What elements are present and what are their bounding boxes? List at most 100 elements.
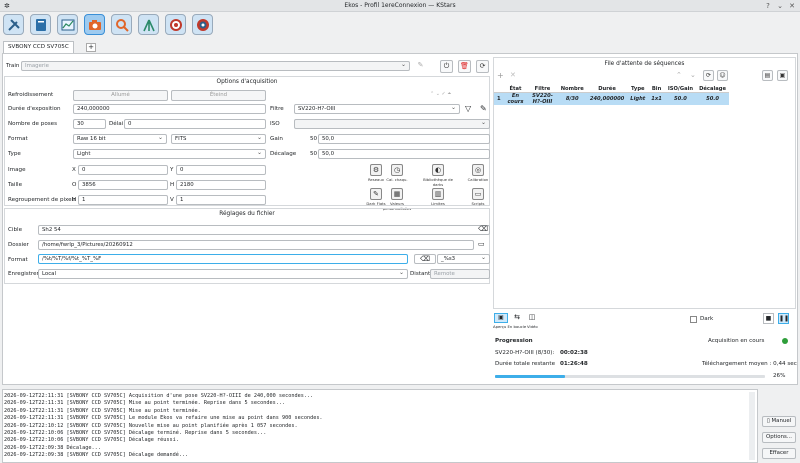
size-label: Taille	[8, 182, 23, 188]
clear-log-button[interactable]: Effacer	[762, 448, 796, 459]
exposure-label: Durée d'exposition	[8, 106, 61, 112]
delay-label: Délai	[109, 121, 124, 127]
move-up-icon[interactable]: ⌃	[676, 71, 682, 79]
y-label: Y	[170, 167, 174, 173]
width-label: O	[72, 182, 77, 188]
offset-input[interactable]: 50,0	[318, 149, 490, 159]
file-format-label: Format	[8, 257, 28, 263]
format-label: Format	[8, 136, 28, 142]
add-tab-button[interactable]: +	[86, 43, 96, 52]
iso-select[interactable]	[294, 119, 490, 129]
suffix-select[interactable]: _%s3	[437, 254, 490, 264]
folder-icon[interactable]: ▭	[478, 240, 485, 248]
move-down-icon[interactable]: ⌄	[690, 71, 696, 79]
dark-checkbox[interactable]	[690, 316, 697, 323]
filter-edit-icon[interactable]: ✎	[480, 104, 487, 113]
save-queue-icon[interactable]: ▣	[777, 70, 788, 81]
filter-select[interactable]: SV220-H?-OIII	[294, 104, 460, 114]
encoding-select[interactable]: FITS	[171, 134, 266, 144]
manual-button[interactable]: ▯ Manuel	[762, 416, 796, 427]
tab-camera[interactable]: SVBONY CCD SV705C	[3, 41, 74, 53]
exposure-input[interactable]: 240,000000	[73, 104, 266, 114]
focus-module-icon[interactable]	[111, 14, 132, 35]
table-row[interactable]: 1 En cours SV220-H?-OIII 8/30 240,000000…	[494, 92, 729, 105]
offset-label: Décalage	[270, 151, 297, 157]
tool-limits[interactable]: ▥ Limites	[420, 188, 456, 206]
count-input[interactable]: 30	[73, 119, 106, 129]
loop-icon[interactable]: ⇆	[510, 313, 524, 323]
file-format-input[interactable]: /%t/%T/%f/%t_%T_%F	[38, 254, 408, 264]
align-module-icon[interactable]	[165, 14, 186, 35]
file-settings-title: Réglages du fichier	[219, 211, 275, 217]
delay-input[interactable]: 0	[124, 119, 266, 129]
trash-icon[interactable]: 🗑	[458, 60, 471, 73]
log-scrollbar[interactable]	[749, 392, 755, 460]
add-job-icon[interactable]: +	[497, 71, 504, 80]
log-line: 2026-09-12T22:11:31 [SVBONY CCD SV705C] …	[4, 400, 286, 407]
save-select[interactable]: Local	[38, 269, 408, 279]
directory-input[interactable]: /home/fwrlp_3/Pictures/20260912	[38, 240, 474, 250]
analyze-module-icon[interactable]	[57, 14, 78, 35]
height-input[interactable]: 2180	[176, 180, 266, 190]
log-panel: 2026-09-12T22:11:31 [SVBONY CCD SV705C] …	[2, 389, 758, 463]
minimize-icon[interactable]: ⌄	[776, 2, 784, 10]
binning-h-input[interactable]: 1	[78, 195, 168, 205]
cooling-on-button[interactable]: Allumé	[73, 90, 168, 101]
load-icon[interactable]: ▤	[762, 70, 773, 81]
preview-label: Aperçu En boucle	[493, 324, 527, 329]
x-input[interactable]: 0	[78, 165, 168, 175]
gain-input[interactable]: 50,0	[318, 134, 490, 144]
total-label: Durée totale restante	[495, 361, 556, 367]
log-line: 2026-09-12T22:10:06 [SVBONY CCD SV705C] …	[4, 437, 179, 444]
format-select[interactable]: Raw 16 bit	[73, 134, 167, 144]
clear-target-icon[interactable]: ⌫	[478, 225, 488, 233]
type-select[interactable]: Light	[73, 149, 266, 159]
stop-icon[interactable]: ■	[763, 313, 774, 324]
power-icon[interactable]: ⏻	[440, 60, 453, 73]
binning-v-input[interactable]: 1	[176, 195, 266, 205]
tool-calibration[interactable]: ◎ Calibration	[460, 164, 496, 182]
help-icon[interactable]: ?	[764, 2, 772, 10]
dark-library-icon: ◐	[432, 164, 444, 176]
log-line: 2026-09-12T22:11:31 [SVBONY CCD SV705C] …	[4, 415, 323, 422]
tool-dark-library[interactable]: ◐ Bibliothèque de darks	[420, 164, 456, 187]
refresh-icon[interactable]: ⟳	[476, 60, 489, 73]
tool-clock[interactable]: ◷ Cal. chaqu.	[379, 164, 415, 182]
video-label: Vidéo	[527, 324, 538, 329]
pause-icon[interactable]: ❚❚	[778, 313, 789, 324]
options-button[interactable]: Options...	[762, 432, 796, 443]
reset-icon[interactable]: ⟳	[703, 70, 714, 81]
height-label: H	[170, 182, 175, 188]
width-input[interactable]: 3856	[78, 180, 168, 190]
target-input[interactable]: Sh2 54	[38, 225, 490, 235]
filter-settings-icon[interactable]: ▽	[465, 104, 471, 113]
mount-module-icon[interactable]	[138, 14, 159, 35]
remote-input[interactable]: Remote	[430, 269, 490, 279]
guide-module-icon[interactable]	[192, 14, 213, 35]
frame-time: 00:02:38	[560, 350, 588, 356]
dark-label: Dark	[700, 316, 714, 322]
cooling-label: Refroidissement	[8, 92, 54, 98]
preview-icon[interactable]: ▣	[494, 313, 508, 323]
gain-label: Gain	[270, 136, 283, 142]
scheduler-module-icon[interactable]	[30, 14, 51, 35]
train-select[interactable]: Imagerie	[21, 61, 410, 71]
temperature-controls: ⌃ ⌄ ✓ ⏶	[430, 91, 452, 97]
close-icon[interactable]: ✕	[788, 2, 796, 10]
y-input[interactable]: 0	[176, 165, 266, 175]
setup-module-icon[interactable]	[3, 14, 24, 35]
video-icon[interactable]: ◫	[527, 313, 537, 323]
directory-label: Dossier	[8, 242, 29, 248]
target-label: Cible	[8, 227, 23, 233]
train-label: Train	[6, 63, 20, 69]
cooling-off-button[interactable]: Éteind	[171, 90, 266, 101]
capture-module-icon[interactable]	[84, 14, 105, 35]
remove-job-icon[interactable]: ✕	[510, 71, 516, 79]
user-icon[interactable]: ☺	[717, 70, 728, 81]
train-edit-icon[interactable]: ✎	[414, 60, 427, 73]
clear-format-icon[interactable]: ⌫	[414, 254, 436, 264]
queue-header: ISO/Gain	[664, 86, 697, 93]
count-label: Nombre de poses	[8, 121, 58, 127]
progress-bar-fill	[495, 375, 566, 378]
tool-scripts[interactable]: ▭ Scripts	[460, 188, 496, 206]
